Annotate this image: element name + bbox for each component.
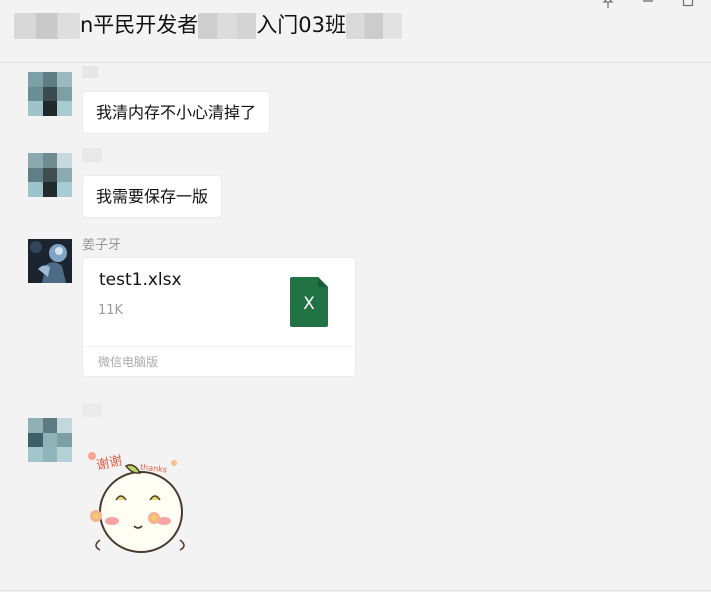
input-divider [0,590,711,591]
avatar[interactable] [28,239,72,283]
pin-icon[interactable] [599,0,617,8]
file-source-label: 微信电脑版 [98,355,159,369]
blurred-title-segment [346,13,403,39]
robot-avatar-icon [28,239,72,283]
avatar[interactable] [28,418,72,462]
window-controls [599,0,697,8]
chat-title: n平民开发者 入门03班 [14,10,403,40]
excel-file-icon: X [290,277,328,327]
avatar[interactable] [28,153,72,197]
thanks-sticker[interactable]: 谢谢 thanks [82,448,192,566]
avatar[interactable] [28,72,72,116]
minimize-icon[interactable] [639,0,657,8]
blurred-sender-name [82,66,98,78]
blurred-sender-name [82,403,102,417]
message-bubble[interactable]: 我需要保存一版 [82,175,223,218]
sender-name: 姜子牙 [82,238,122,253]
file-size: 11K [98,303,124,318]
file-message-card[interactable]: test1.xlsx 11K X 微信电脑版 [82,257,356,377]
message-text: 我清内存不小心清掉了 [96,103,257,122]
chat-title-text-1: n平民开发者 [80,13,199,37]
message-text: 我需要保存一版 [96,187,209,206]
maximize-icon[interactable] [679,0,697,8]
file-name: test1.xlsx [99,270,182,290]
blurred-title-segment [198,13,257,39]
chat-title-text-2: 入门03班 [256,13,347,37]
chat-window: n平民开发者 入门03班 我清内存不小心清掉了 我需要保存一版 姜子牙 test… [0,0,711,592]
chat-header: n平民开发者 入门03班 [0,0,711,63]
blurred-sender-name [82,148,102,162]
blurred-title-segment [14,13,80,39]
file-icon-letter: X [303,294,315,314]
file-card-footer: 微信电脑版 [83,346,355,377]
message-bubble[interactable]: 我清内存不小心清掉了 [82,91,271,134]
